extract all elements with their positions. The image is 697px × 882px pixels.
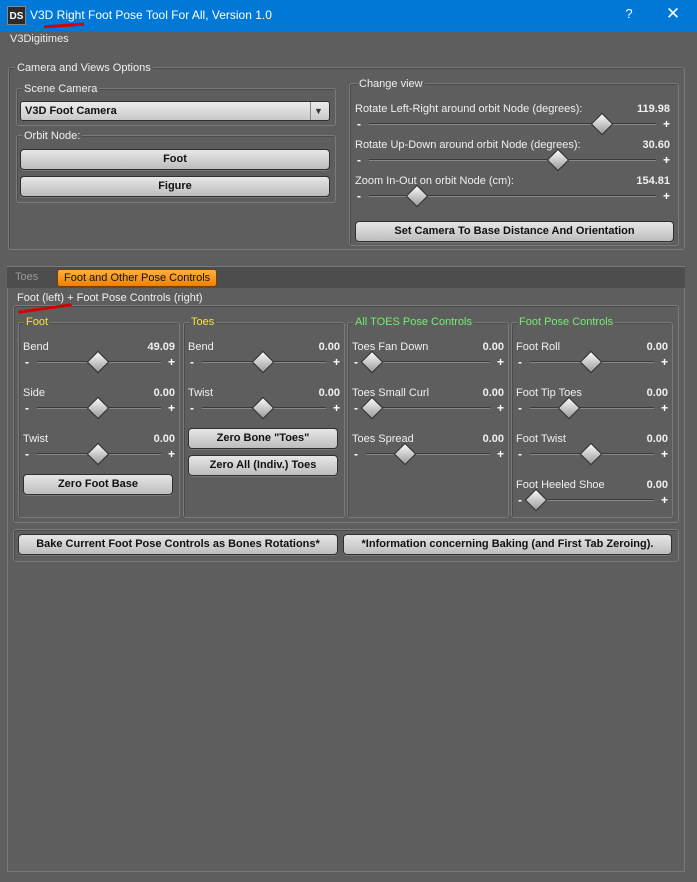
orbit-node-title: Orbit Node: [22, 130, 83, 142]
pose-column-title: Foot [24, 316, 51, 328]
minus-icon[interactable]: - [354, 448, 358, 460]
change-view-title: Change view [357, 78, 425, 90]
pose-slider-value: 0.00 [482, 433, 504, 445]
chevron-down-icon[interactable]: ▼ [310, 102, 326, 120]
plus-icon[interactable]: + [333, 356, 340, 368]
minus-icon[interactable]: - [518, 448, 522, 460]
plus-icon[interactable]: + [168, 356, 175, 368]
plus-icon[interactable]: + [661, 448, 668, 460]
tab-foot-and-other-pose-controls[interactable]: Foot and Other Pose Controls [57, 269, 218, 287]
pose-controls-title: Foot (left) + Foot Pose Controls (right) [15, 292, 205, 304]
pose-slider-track[interactable] [366, 407, 490, 409]
plus-icon[interactable]: + [661, 494, 668, 506]
minus-icon[interactable]: - [357, 118, 361, 130]
minus-icon[interactable]: - [25, 402, 29, 414]
minus-icon[interactable]: - [518, 494, 522, 506]
plus-icon[interactable]: + [661, 402, 668, 414]
tab-toes[interactable]: Toes [15, 271, 38, 283]
camera-slider-value: 119.98 [636, 103, 670, 115]
camera-select-value: V3D Foot Camera [25, 105, 117, 117]
orbit-figure-button[interactable]: Figure [20, 176, 330, 197]
plus-icon[interactable]: + [333, 402, 340, 414]
title-bar: DS V3D Right Foot Pose Tool For All, Ver… [0, 0, 697, 31]
pose-slider-track[interactable] [366, 361, 490, 363]
plus-icon[interactable]: + [497, 448, 504, 460]
plus-icon[interactable]: + [661, 356, 668, 368]
minus-icon[interactable]: - [354, 402, 358, 414]
scene-camera-title: Scene Camera [22, 83, 100, 95]
v3digitimes-label: V3Digitimes [10, 33, 69, 45]
bake-foot-pose-button[interactable]: Bake Current Foot Pose Controls as Bones… [18, 534, 338, 555]
set-camera-base-button[interactable]: Set Camera To Base Distance And Orientat… [355, 221, 674, 242]
pose-slider-value: 0.00 [646, 479, 668, 491]
plus-icon[interactable]: + [663, 190, 670, 202]
pose-column-title: Foot Pose Controls [517, 316, 616, 328]
close-button[interactable]: ✕ [662, 4, 684, 26]
window-title: V3D Right Foot Pose Tool For All, Versio… [30, 8, 272, 22]
pose-slider-track[interactable] [530, 407, 654, 409]
plus-icon[interactable]: + [497, 402, 504, 414]
plus-icon[interactable]: + [497, 356, 504, 368]
plus-icon[interactable]: + [168, 402, 175, 414]
pose-column-title: All TOES Pose Controls [353, 316, 474, 328]
tab-bar: Toes Foot and Other Pose Controls [7, 266, 685, 288]
plus-icon[interactable]: + [663, 118, 670, 130]
camera-views-title: Camera and Views Options [15, 62, 153, 74]
pose-zero-button[interactable]: Zero Bone "Toes" [188, 428, 338, 449]
orbit-foot-button[interactable]: Foot [20, 149, 330, 170]
minus-icon[interactable]: - [357, 190, 361, 202]
camera-slider-track[interactable] [369, 159, 656, 161]
minus-icon[interactable]: - [190, 356, 194, 368]
minus-icon[interactable]: - [357, 154, 361, 166]
help-button[interactable]: ? [620, 6, 638, 24]
minus-icon[interactable]: - [518, 402, 522, 414]
plus-icon[interactable]: + [168, 448, 175, 460]
pose-slider-value: 0.00 [482, 387, 504, 399]
pose-zero-button[interactable]: Zero All (Indiv.) Toes [188, 455, 338, 476]
camera-slider-value: 154.81 [636, 175, 670, 187]
camera-slider-value: 30.60 [642, 139, 670, 151]
baking-info-button[interactable]: *Information concerning Baking (and Firs… [343, 534, 672, 555]
minus-icon[interactable]: - [25, 356, 29, 368]
pose-zero-button[interactable]: Zero Foot Base [23, 474, 173, 495]
minus-icon[interactable]: - [518, 356, 522, 368]
pose-column-title: Toes [189, 316, 217, 328]
plus-icon[interactable]: + [663, 154, 670, 166]
camera-select[interactable]: V3D Foot Camera ▼ [20, 101, 330, 121]
minus-icon[interactable]: - [354, 356, 358, 368]
minus-icon[interactable]: - [190, 402, 194, 414]
ds-logo-icon: DS [7, 6, 26, 25]
pose-slider-track[interactable] [366, 453, 490, 455]
minus-icon[interactable]: - [25, 448, 29, 460]
pose-slider-track[interactable] [530, 499, 654, 501]
pose-slider-value: 0.00 [646, 387, 668, 399]
pose-slider-value: 0.00 [482, 341, 504, 353]
